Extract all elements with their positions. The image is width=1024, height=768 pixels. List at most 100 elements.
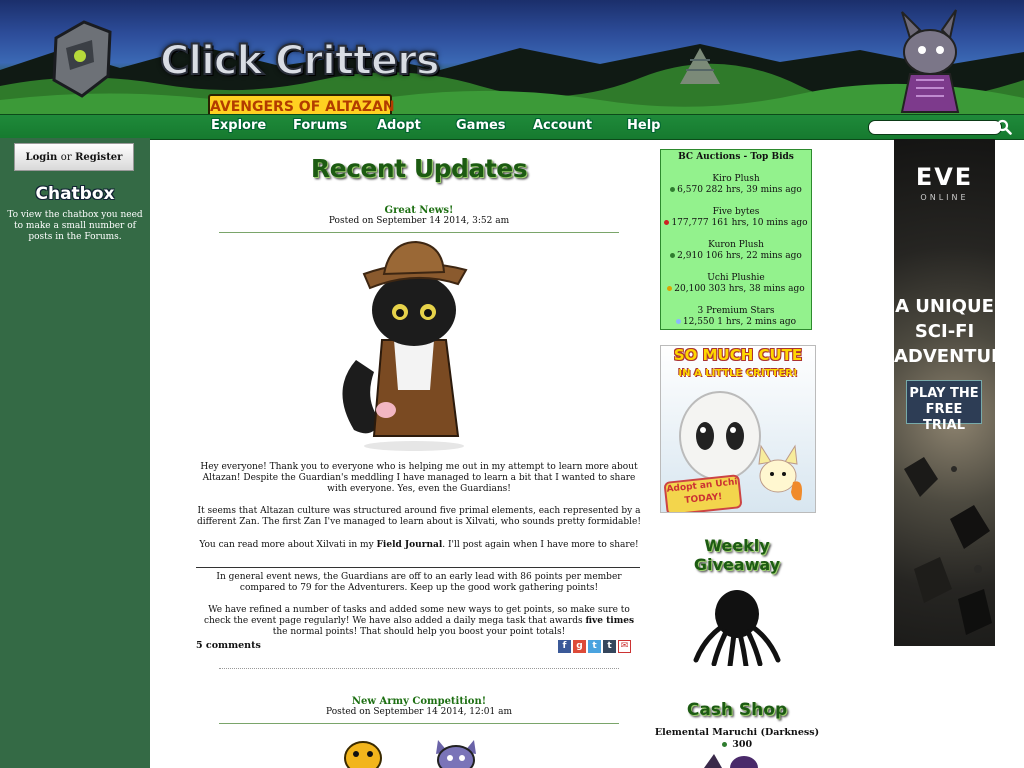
auction-time: 282 hrs, 39 mins ago — [705, 185, 802, 195]
auction-bid: 20,100 — [674, 284, 706, 294]
bc-coin-icon — [670, 253, 676, 258]
asteroid-field-image — [904, 457, 992, 635]
star-coin-icon — [721, 742, 727, 747]
post-divider — [219, 723, 619, 724]
auction-item[interactable]: Kuron Plush 2,910 106 hrs, 22 mins ago — [661, 240, 811, 262]
robot-head-icon — [52, 20, 112, 98]
uchi-adoption-ad[interactable]: SO MUCH CUTE IN A LITTLE CRITTER! Adopt … — [660, 345, 816, 513]
google-plus-icon[interactable]: g — [573, 640, 586, 653]
post-bold-text: five times — [585, 616, 635, 626]
nav-forums[interactable]: Forums — [293, 118, 347, 133]
weekly-title-line: Giveaway — [693, 555, 781, 574]
tumblr-icon[interactable]: t — [603, 640, 616, 653]
search-input[interactable] — [868, 120, 1002, 135]
auction-time: 303 hrs, 38 mins ago — [708, 284, 805, 294]
auction-item-name[interactable]: Kiro Plush — [661, 174, 811, 185]
nav-explore[interactable]: Explore — [211, 118, 266, 133]
auction-item-name[interactable]: Kuron Plush — [661, 240, 811, 251]
nav-help[interactable]: Help — [627, 118, 660, 133]
eve-tagline-line: ADVENTURE — [894, 346, 995, 367]
post-paragraph: In general event news, the Guardians are… — [216, 572, 622, 593]
eve-online-label: ONLINE — [920, 193, 969, 202]
post-date: Posted on September 14 2014, 12:01 am — [326, 707, 512, 717]
email-icon[interactable]: ✉ — [618, 640, 631, 653]
main-nav: Explore Forums Adopt Games Account Help — [0, 114, 1024, 140]
post-paragraph: You can read more about Xilvati in my Fi… — [196, 540, 642, 551]
nav-games[interactable]: Games — [456, 118, 506, 133]
post-header: New Army Competition! Posted on Septembe… — [219, 696, 619, 717]
post-separator — [219, 668, 619, 669]
logo-title: Click Critters — [159, 37, 441, 85]
octopus-silhouette-image[interactable] — [690, 588, 784, 666]
auction-time: 161 hrs, 10 mins ago — [711, 218, 808, 228]
post-header: Great News! Posted on September 14 2014,… — [219, 205, 619, 226]
or-label: or — [60, 152, 72, 163]
fox-critter-image — [758, 444, 802, 501]
eve-tagline: A UNIQUE SCI-FI ADVENTURE — [894, 294, 995, 369]
cowboy-cat-image — [342, 240, 468, 451]
auction-time: 106 hrs, 22 mins ago — [705, 251, 802, 261]
comments-link[interactable]: 5 comments — [196, 640, 261, 651]
post-paragraph: It seems that Altazan culture was struct… — [197, 506, 641, 527]
field-journal-link[interactable]: Field Journal — [377, 540, 443, 550]
post-text: You can read more about Xilvati in my — [199, 540, 377, 550]
auction-time: 1 hrs, 2 mins ago — [717, 317, 797, 327]
auction-bid: 6,570 — [677, 185, 703, 195]
site-logo[interactable]: Click Critters AVENGERS OF ALTAZAN — [48, 12, 441, 114]
auction-bid: 177,777 — [671, 218, 709, 228]
nav-adopt[interactable]: Adopt — [377, 118, 421, 133]
eve-online-ad[interactable]: EVE ONLINE A UNIQUE SCI-FI ADVENTURE PLA… — [894, 139, 995, 646]
price-value: 300 — [732, 739, 753, 750]
purple-critter-image — [436, 740, 476, 768]
main-content: Recent Updates Great News! Posted on Sep… — [196, 140, 642, 768]
post-text: We have refined a number of tasks and ad… — [203, 605, 630, 626]
auction-item[interactable]: 3 Premium Stars 12,550 1 hrs, 2 mins ago — [661, 306, 811, 328]
auction-item-name[interactable]: Five bytes — [661, 207, 811, 218]
bc-coin-icon — [670, 187, 676, 192]
ad-title: SO MUCH CUTE — [673, 346, 803, 364]
ad-subtitle: IN A LITTLE CRITTER! — [678, 368, 798, 379]
adopt-uchi-button[interactable]: Adopt an Uchi TODAY! — [663, 474, 743, 512]
chatbox-title: Chatbox — [35, 184, 115, 204]
eve-tagline-line: A UNIQUE — [895, 296, 994, 317]
auctions-box: BC Auctions - Top Bids Kiro Plush 6,570 … — [660, 149, 812, 330]
eve-tagline-line: SCI-FI — [914, 321, 975, 342]
cash-shop-title[interactable]: Cash Shop — [660, 700, 814, 720]
bc-coin-icon — [664, 220, 670, 225]
post-title[interactable]: Great News! — [219, 205, 619, 216]
auction-item[interactable]: Five bytes 177,777 161 hrs, 10 mins ago — [661, 207, 811, 229]
header-banner: Click Critters AVENGERS OF ALTAZAN — [0, 0, 1024, 114]
play-free-trial-button[interactable]: PLAY THE FREE TRIAL — [906, 380, 982, 433]
auction-bid: 12,550 — [682, 317, 715, 327]
cash-shop-item-name[interactable]: Elemental Maruchi (Darkness) — [652, 727, 822, 738]
post-title[interactable]: New Army Competition! — [219, 696, 619, 707]
login-register-button[interactable]: Login or Register — [14, 143, 134, 171]
login-link[interactable]: Login — [26, 152, 58, 163]
section-divider — [196, 567, 640, 568]
cash-shop-price: 300 — [652, 739, 822, 750]
search-icon[interactable] — [996, 119, 1012, 135]
bc-coin-icon — [675, 319, 681, 324]
twitter-icon[interactable]: t — [588, 640, 601, 653]
register-link[interactable]: Register — [75, 152, 122, 163]
eve-cta-line: FREE TRIAL — [922, 402, 966, 433]
chatbox-message: To view the chatbox you need to make a s… — [7, 210, 143, 242]
auction-item-name[interactable]: Uchi Plushie — [661, 273, 811, 284]
auctions-title: BC Auctions - Top Bids — [678, 152, 794, 162]
facebook-icon[interactable]: f — [558, 640, 571, 653]
eve-cta-line: PLAY THE — [909, 386, 979, 401]
yellow-critter-image — [344, 741, 382, 768]
logo-subtitle: AVENGERS OF ALTAZAN — [208, 94, 395, 114]
auction-item-name[interactable]: 3 Premium Stars — [661, 306, 811, 317]
weekly-giveaway-title[interactable]: Weekly Giveaway — [660, 536, 814, 574]
auction-item[interactable]: Uchi Plushie 20,100 303 hrs, 38 mins ago — [661, 273, 811, 295]
post-divider — [219, 232, 619, 233]
auction-bid: 2,910 — [677, 251, 703, 261]
eve-logo: EVE — [915, 163, 974, 191]
weekly-title-line: Weekly — [704, 536, 770, 555]
auction-item[interactable]: Kiro Plush 6,570 282 hrs, 39 mins ago — [661, 174, 811, 196]
bc-coin-icon — [667, 286, 673, 291]
nav-account[interactable]: Account — [533, 118, 592, 133]
share-icons: f g t t ✉ — [558, 640, 633, 654]
critter-mascot-image — [900, 9, 960, 113]
